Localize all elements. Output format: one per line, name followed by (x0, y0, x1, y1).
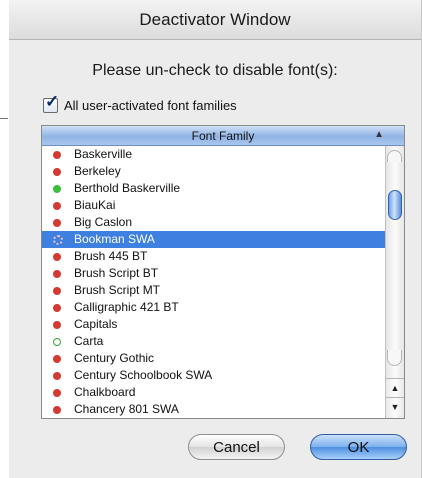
font-name: Chalkboard (74, 385, 136, 399)
font-name: Berthold Baskerville (74, 181, 181, 195)
scroll-thumb[interactable] (388, 190, 402, 220)
font-name: Century Schoolbook SWA (74, 368, 213, 382)
deactivator-dialog: Deactivator Window Please un-check to di… (9, 0, 422, 478)
font-name: Brush Script BT (74, 266, 159, 280)
font-name: Century Gothic (74, 351, 155, 365)
column-header-label: Font Family (191, 128, 255, 143)
font-list-item[interactable]: Century Gothic (42, 350, 385, 367)
scroll-track-top (387, 150, 402, 162)
scroll-up-arrow-icon[interactable]: ▲ (386, 378, 404, 396)
font-status-dot-icon[interactable] (53, 371, 61, 380)
font-name: BiauKai (74, 198, 116, 212)
sort-ascending-icon[interactable]: ▲ (374, 129, 384, 140)
font-list-item[interactable]: Bookman SWA (42, 231, 385, 248)
font-name: Carta (74, 334, 104, 348)
font-name: Capitals (74, 317, 118, 331)
font-list-item[interactable]: Berthold Baskerville (42, 180, 385, 197)
font-status-dot-icon[interactable] (53, 234, 63, 245)
ok-button[interactable]: OK (310, 434, 407, 460)
font-list-item[interactable]: Brush 445 BT (42, 248, 385, 265)
font-status-dot-icon[interactable] (53, 320, 61, 329)
font-list-item[interactable]: Big Caslon (42, 214, 385, 231)
scroll-track-bottom (387, 350, 402, 366)
font-name: Brush Script MT (74, 283, 161, 297)
background-window-tick (0, 118, 8, 119)
font-name: Berkeley (74, 164, 121, 178)
checkmark-icon: ✓ (45, 92, 60, 111)
all-fonts-checkbox-label: All user-activated font families (64, 98, 237, 113)
font-name: Calligraphic 421 BT (74, 300, 179, 314)
font-name: Big Caslon (74, 215, 133, 229)
font-list-item[interactable]: Carta (42, 333, 385, 350)
font-list-item[interactable]: Berkeley (42, 163, 385, 180)
font-list-item[interactable]: Chancery 801 SWA (42, 401, 385, 418)
font-name: Bookman SWA (74, 232, 155, 246)
font-status-dot-icon[interactable] (53, 218, 61, 227)
font-status-dot-icon[interactable] (53, 405, 61, 414)
font-status-dot-icon[interactable] (53, 388, 61, 397)
font-list-item[interactable]: Capitals (42, 316, 385, 333)
cancel-button[interactable]: Cancel (188, 434, 285, 460)
font-rows: Baskerville Berkeley Berthold Baskerville B… (42, 146, 385, 418)
instruction-text: Please un-check to disable font(s): (92, 62, 338, 79)
font-list-item[interactable]: Brush Script MT (42, 282, 385, 299)
font-status-dot-icon[interactable] (53, 150, 61, 159)
font-list-item[interactable]: Brush Script BT (42, 265, 385, 282)
font-status-dot-icon[interactable] (53, 269, 61, 278)
font-status-dot-icon[interactable] (53, 252, 61, 261)
scroll-down-arrow-icon[interactable]: ▼ (386, 397, 404, 415)
font-status-dot-icon[interactable] (53, 303, 61, 312)
window-title: Deactivator Window (9, 0, 421, 40)
font-list-item[interactable]: Baskerville (42, 146, 385, 163)
font-name: Chancery 801 SWA (74, 402, 179, 416)
font-status-dot-icon[interactable] (53, 354, 61, 363)
font-status-dot-icon[interactable] (53, 167, 61, 176)
font-status-dot-icon[interactable] (53, 201, 61, 210)
font-name: Brush 445 BT (74, 249, 148, 263)
font-status-dot-icon[interactable] (53, 286, 61, 295)
font-list-item[interactable]: Calligraphic 421 BT (42, 299, 385, 316)
column-header-font-family[interactable]: Font Family ▲ (42, 126, 404, 146)
font-status-dot-icon[interactable] (53, 184, 61, 193)
vertical-scrollbar[interactable]: ▲ ▼ (385, 146, 404, 418)
font-list-item[interactable]: BiauKai (42, 197, 385, 214)
font-list-item[interactable]: Century Schoolbook SWA (42, 367, 385, 384)
all-fonts-checkbox[interactable]: ✓ (43, 93, 59, 113)
font-status-dot-icon[interactable] (53, 337, 61, 346)
font-name: Baskerville (74, 147, 133, 161)
all-fonts-checkbox-row[interactable]: ✓ All user-activated font families (43, 93, 237, 113)
font-family-list[interactable]: Font Family ▲ Baskerville Berkeley Berthol… (41, 125, 405, 419)
font-list-item[interactable]: Chalkboard (42, 384, 385, 401)
